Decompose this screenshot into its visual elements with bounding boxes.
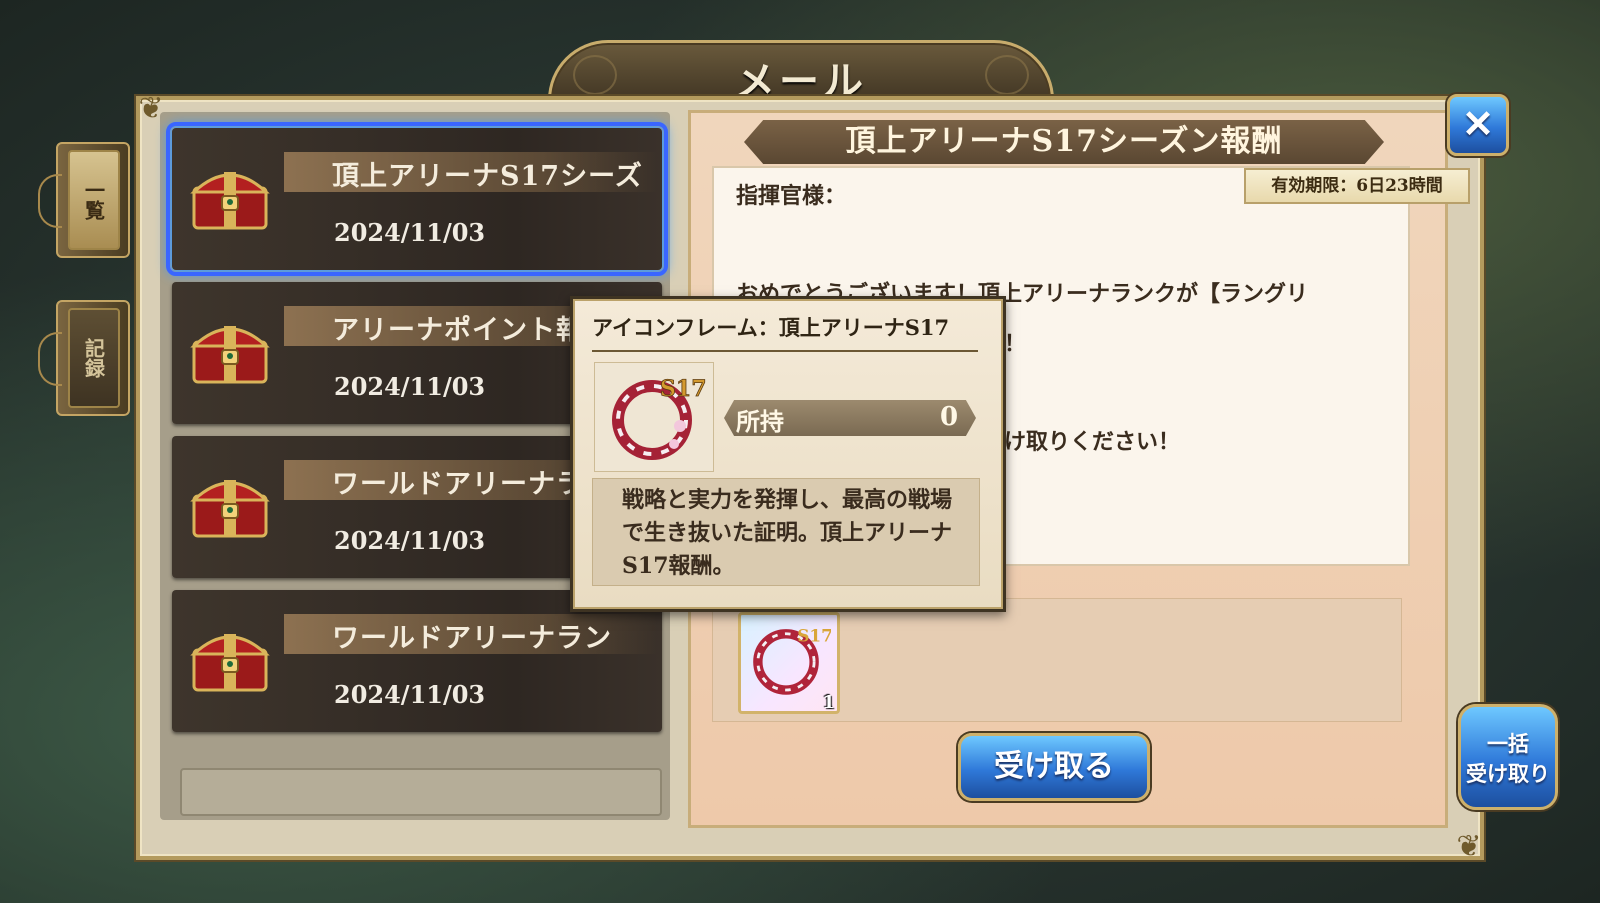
bulk-receive-label-line2: 受け取り xyxy=(1466,761,1550,786)
mail-subject: ワールドアリーナラン xyxy=(332,623,612,654)
tooltip-divider xyxy=(592,350,978,352)
letter-greeting: 指揮官様： xyxy=(736,183,847,209)
treasure-chest-icon xyxy=(190,172,270,230)
tab-history-label: 記録 xyxy=(68,308,120,408)
bulk-receive-label-line1: 一括 xyxy=(1487,731,1529,756)
mail-date: 2024/11/03 xyxy=(334,218,486,247)
icon-frame-s17-icon: S17 xyxy=(594,362,714,472)
tab-list[interactable]: 一覧 xyxy=(38,142,130,258)
svg-text:S17: S17 xyxy=(660,376,707,402)
tab-prong xyxy=(38,332,62,386)
owned-label: 所持 xyxy=(736,407,784,436)
tab-prong xyxy=(38,174,62,228)
mail-list-item[interactable]: 頂上アリーナS17シーズ 2024/11/03 xyxy=(166,122,668,276)
tab-list-label: 一覧 xyxy=(68,150,120,250)
receive-button[interactable]: 受け取る xyxy=(958,733,1150,801)
letter-line: ！ xyxy=(1004,331,1027,357)
svg-text:S17: S17 xyxy=(797,625,831,645)
letter-line: け取りください！ xyxy=(1004,429,1181,455)
bulk-receive-button[interactable]: 一括 受け取り xyxy=(1458,704,1558,810)
treasure-chest-icon xyxy=(190,480,270,538)
tooltip-title: アイコンフレーム：頂上アリーナS17 xyxy=(592,315,950,340)
mail-subject: 頂上アリーナS17シーズ xyxy=(332,161,643,192)
treasure-chest-icon xyxy=(190,326,270,384)
empty-mail-slot xyxy=(180,768,662,816)
mail-date: 2024/11/03 xyxy=(334,680,486,709)
tooltip-description: 戦略と実力を発揮し、最高の戦場で生き抜いた証明。頂上アリーナS17報酬。 xyxy=(622,487,953,579)
close-icon: ✕ xyxy=(1462,101,1494,146)
owned-value: 0 xyxy=(940,402,959,432)
reward-item[interactable]: S17 1 xyxy=(738,612,840,714)
expiry-badge: 有効期限：6日23時間 xyxy=(1244,168,1470,204)
treasure-chest-icon xyxy=(190,634,270,692)
mail-date: 2024/11/03 xyxy=(334,526,486,555)
icon-frame-s17-icon: S17 xyxy=(753,625,833,695)
tab-history[interactable]: 記録 xyxy=(38,300,130,416)
reward-count: 1 xyxy=(822,692,835,713)
mail-date: 2024/11/03 xyxy=(334,372,486,401)
corner-ornament-icon: ❦ xyxy=(1456,829,1482,864)
detail-title: 頂上アリーナS17シーズン報酬 xyxy=(845,124,1283,159)
close-button[interactable]: ✕ xyxy=(1447,94,1509,156)
